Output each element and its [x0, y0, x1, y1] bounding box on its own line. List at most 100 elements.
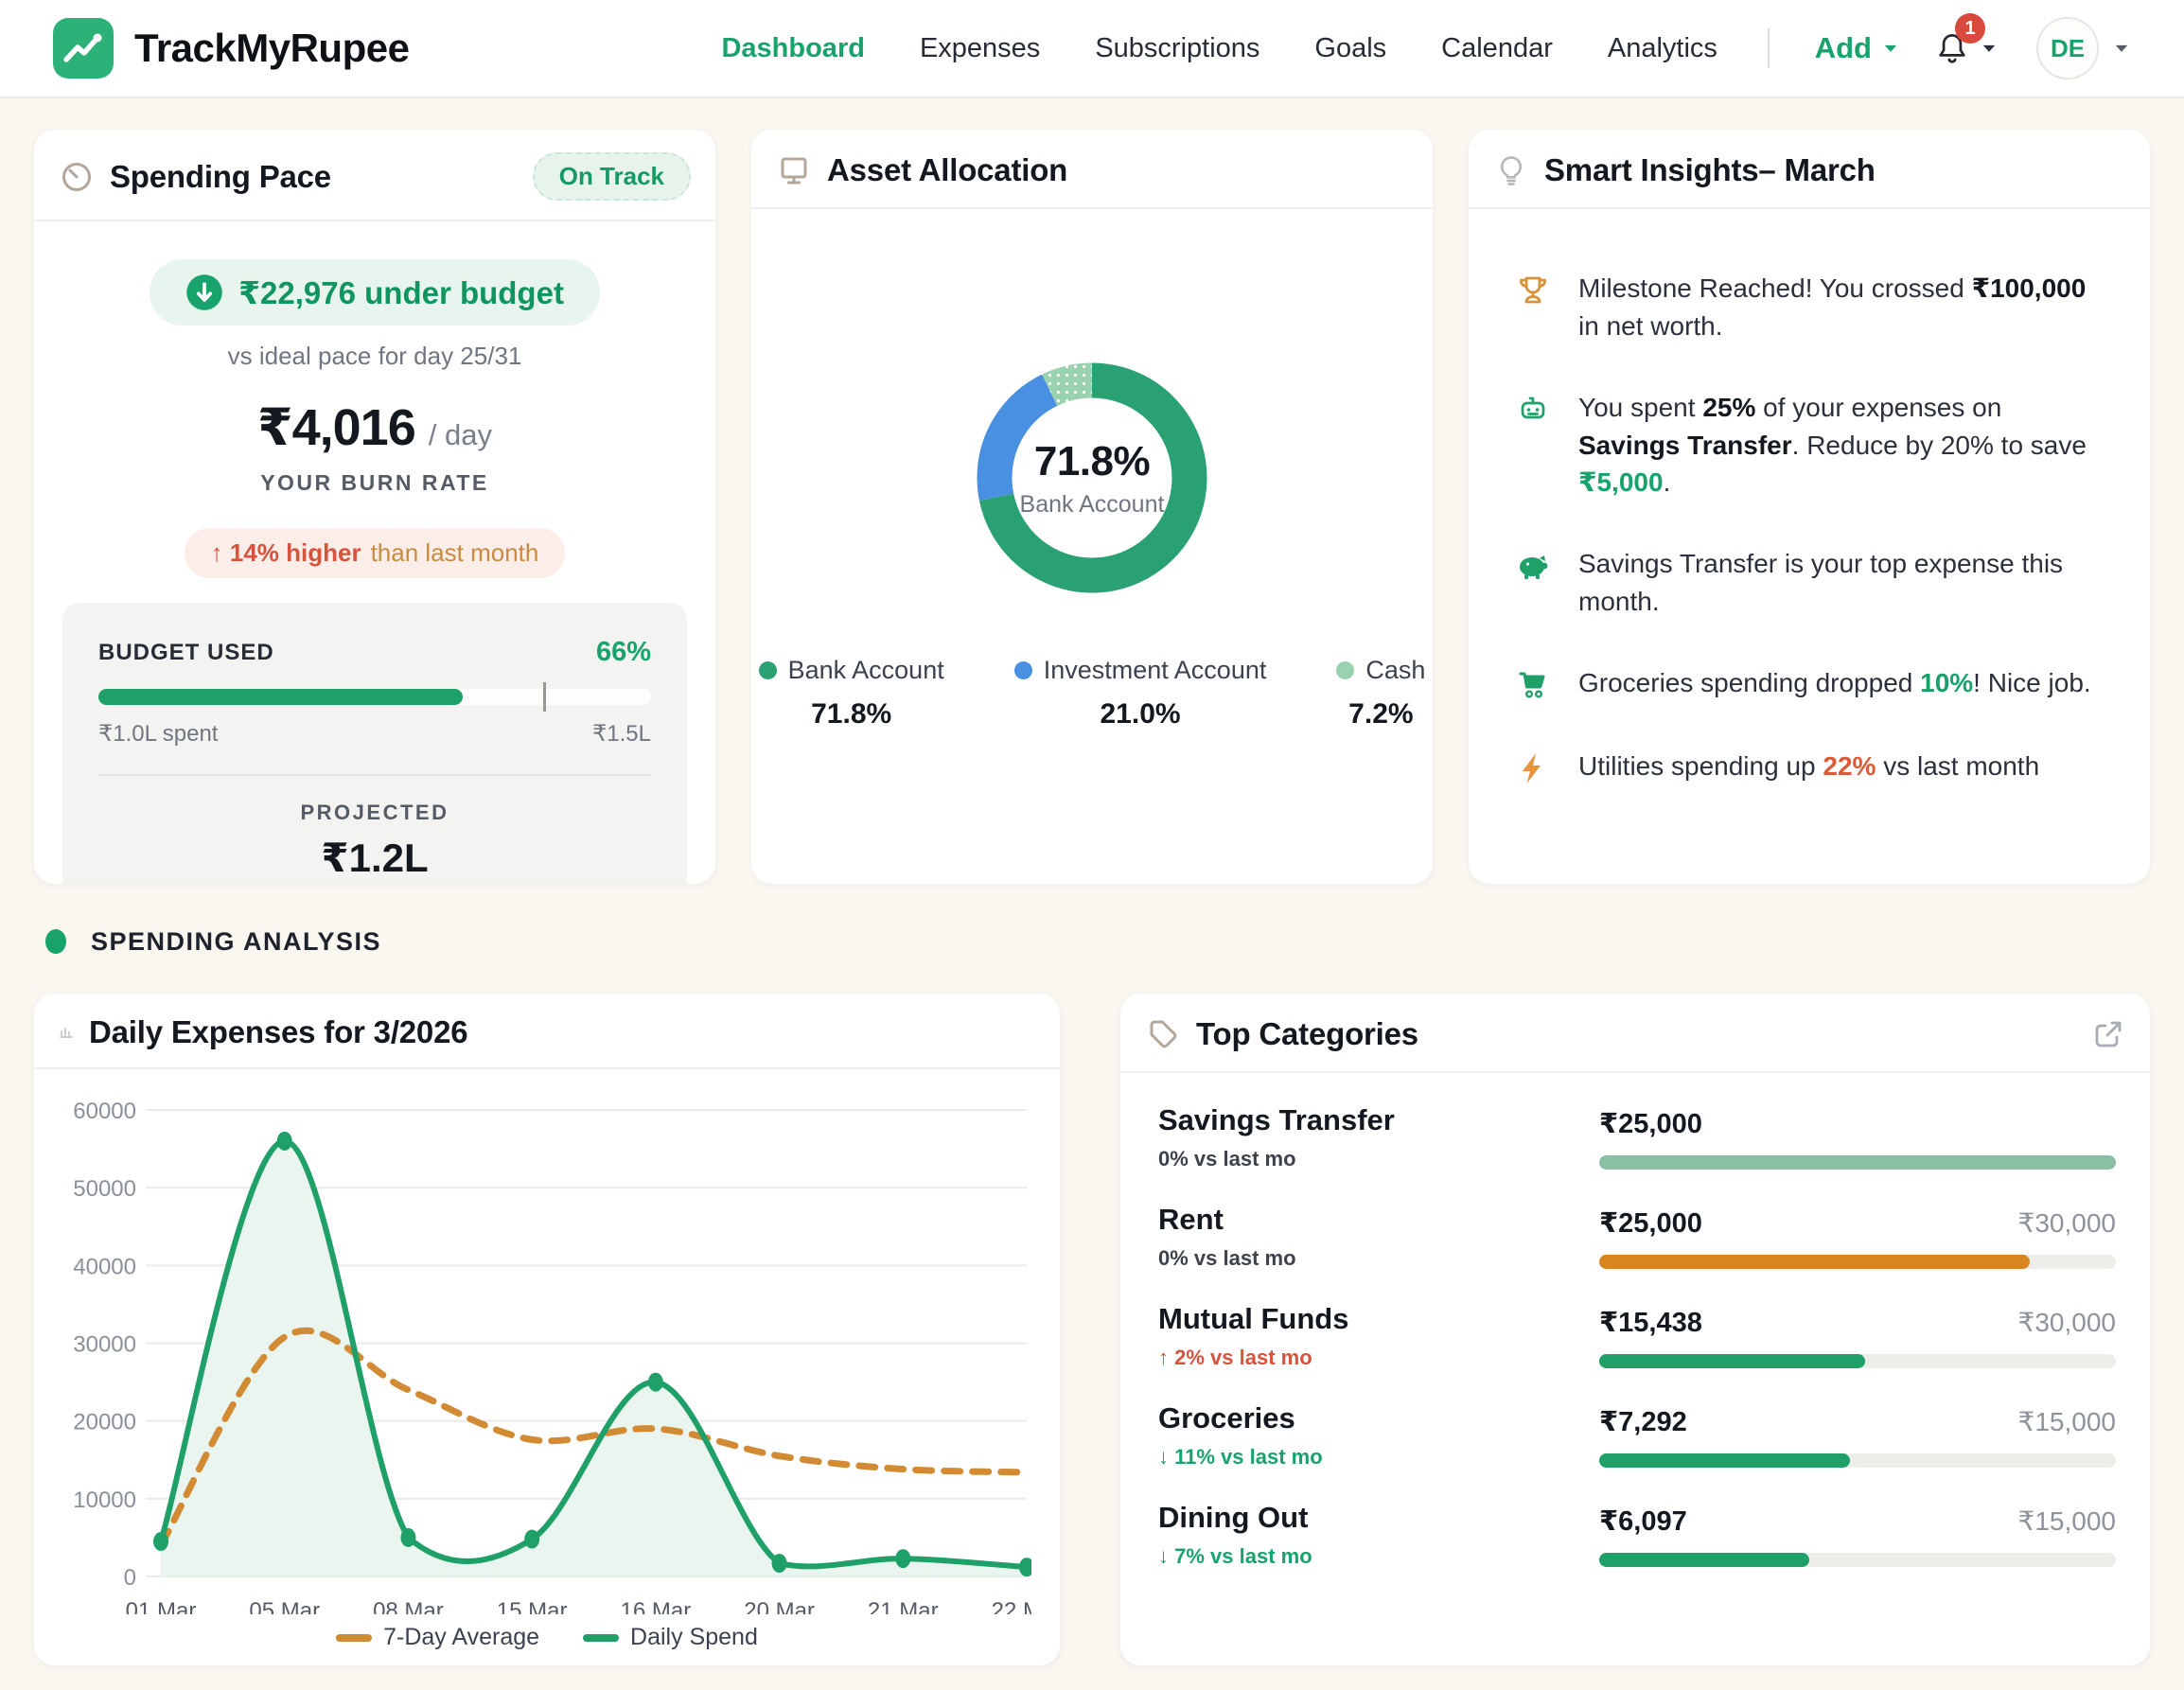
- category-delta: 0% vs last mo: [1158, 1147, 1565, 1171]
- legend-dot-icon: [1336, 661, 1354, 679]
- spending-pace-body: ₹22,976 under budget vs ideal pace for d…: [34, 221, 715, 884]
- chevron-down-icon: [2112, 39, 2131, 58]
- category-name: Dining Out: [1158, 1501, 1565, 1535]
- insight-text: Groceries spending dropped 10%! Nice job…: [1578, 664, 2091, 702]
- smart-insights-card: Smart Insights– March Milestone Reached!…: [1469, 130, 2150, 884]
- nav-item-dashboard[interactable]: Dashboard: [721, 33, 864, 64]
- budget-progress-bar: [98, 689, 651, 705]
- budget-used-panel: BUDGET USED 66% ₹1.0L spent ₹1.5L PROJEC…: [62, 603, 687, 884]
- category-row: Mutual Funds↑ 2% vs last mo₹15,438₹30,00…: [1158, 1302, 2116, 1370]
- budget-used-percent: 66%: [596, 637, 651, 668]
- legend-dot-icon: [1014, 661, 1032, 679]
- projected-label: PROJECTED: [98, 801, 651, 825]
- presentation-screen-icon: [776, 152, 812, 188]
- insight-text: You spent 25% of your expenses on Saving…: [1578, 389, 2108, 502]
- svg-text:20000: 20000: [73, 1410, 136, 1435]
- svg-text:15 Mar: 15 Mar: [497, 1598, 568, 1614]
- svg-text:20 Mar: 20 Mar: [744, 1598, 815, 1614]
- category-row: Savings Transfer 0% vs last mo ₹25,000: [1158, 1103, 2116, 1171]
- legend-item: Cash7.2%: [1336, 656, 1425, 731]
- legend-series-label: 7-Day Average: [383, 1624, 539, 1651]
- under-budget-pill: ₹22,976 under budget: [150, 259, 600, 326]
- tag-icon: [1145, 1016, 1181, 1052]
- insight-item: Milestone Reached! You crossed ₹100,000 …: [1514, 270, 2108, 345]
- category-name: Mutual Funds: [1158, 1302, 1565, 1336]
- bolt-icon: [1514, 749, 1552, 787]
- category-name: Savings Transfer: [1158, 1103, 1565, 1137]
- category-progress-bar: [1599, 1255, 2116, 1269]
- category-spent: ₹25,000: [1599, 1206, 1702, 1240]
- insight-item: Groceries spending dropped 10%! Nice job…: [1514, 664, 2108, 704]
- nav-item-calendar[interactable]: Calendar: [1441, 33, 1553, 64]
- nav-item-subscriptions[interactable]: Subscriptions: [1095, 33, 1259, 64]
- app-logo-icon: [53, 18, 114, 79]
- add-button[interactable]: Add: [1815, 31, 1900, 65]
- app-title: TrackMyRupee: [134, 26, 409, 71]
- notification-badge: 1: [1955, 13, 1985, 44]
- projected-value: ₹1.2L: [98, 835, 651, 881]
- section-bullet-icon: [45, 929, 66, 954]
- category-name: Groceries: [1158, 1401, 1565, 1435]
- legend-swatch-icon: [336, 1634, 372, 1642]
- lightbulb-icon: [1493, 152, 1529, 188]
- notifications-button[interactable]: 1: [1932, 28, 2004, 68]
- svg-text:40000: 40000: [73, 1254, 136, 1279]
- nav-item-analytics[interactable]: Analytics: [1608, 33, 1717, 64]
- profile-menu-button[interactable]: DE: [2036, 17, 2131, 79]
- category-name: Rent: [1158, 1203, 1565, 1237]
- legend-dot-icon: [759, 661, 777, 679]
- add-button-label: Add: [1815, 31, 1872, 65]
- spending-analysis-section-label: SPENDING ANALYSIS: [45, 927, 2150, 956]
- category-progress-bar: [1599, 1155, 2116, 1170]
- nav-item-expenses[interactable]: Expenses: [920, 33, 1040, 64]
- category-progress-fill: [1599, 1453, 1850, 1468]
- donut-legend: Bank Account71.8%Investment Account21.0%…: [759, 656, 1426, 731]
- cart-icon: [1514, 666, 1552, 704]
- category-cap: ₹30,000: [2018, 1307, 2116, 1338]
- category-progress-bar: [1599, 1354, 2116, 1368]
- svg-text:0: 0: [124, 1565, 136, 1591]
- legend-label: Cash: [1365, 656, 1425, 685]
- category-delta: ↓ 7% vs last mo: [1158, 1544, 1565, 1569]
- category-spent: ₹25,000: [1599, 1107, 1702, 1140]
- stats-row: Spending Pace On Track ₹22,976 under bud…: [34, 130, 2150, 884]
- under-budget-text: ₹22,976 under budget: [238, 274, 564, 311]
- daily-expenses-header: Daily Expenses for 3/2026: [34, 994, 1060, 1069]
- svg-text:01 Mar: 01 Mar: [126, 1598, 197, 1614]
- budget-spent-label: ₹1.0L spent: [98, 720, 218, 748]
- svg-text:10000: 10000: [73, 1488, 136, 1513]
- svg-text:21 Mar: 21 Mar: [868, 1598, 939, 1614]
- gauge-icon: [59, 159, 95, 195]
- top-categories-title: Top Categories: [1196, 1016, 1418, 1052]
- mini-chart-icon: [59, 1025, 74, 1040]
- asset-allocation-header: Asset Allocation: [751, 130, 1433, 209]
- chevron-down-icon: [1980, 39, 1999, 58]
- spending-pace-title: Spending Pace: [110, 159, 331, 195]
- legend-item: Investment Account21.0%: [1014, 656, 1267, 731]
- burn-rate-unit: / day: [429, 418, 492, 452]
- category-row: Groceries↓ 11% vs last mo₹7,292₹15,000: [1158, 1401, 2116, 1470]
- budget-divider: [98, 774, 651, 776]
- smart-insights-header: Smart Insights– March: [1469, 130, 2150, 209]
- category-delta: 0% vs last mo: [1158, 1246, 1565, 1271]
- brand: TrackMyRupee: [53, 18, 409, 79]
- daily-expenses-body: 010000200003000040000500006000001 Mar05 …: [34, 1069, 1060, 1651]
- external-link-icon[interactable]: [2091, 1017, 2125, 1051]
- burn-rate-value: ₹4,016: [257, 397, 415, 457]
- on-track-badge: On Track: [533, 152, 691, 201]
- legend-label: Investment Account: [1044, 656, 1267, 685]
- asset-allocation-donut: 71.8% Bank Account: [969, 355, 1215, 601]
- nav-item-goals[interactable]: Goals: [1314, 33, 1386, 64]
- chart-legend-item: Daily Spend: [583, 1624, 758, 1651]
- burn-rate-label: YOUR BURN RATE: [260, 470, 489, 496]
- category-row: Dining Out↓ 7% vs last mo₹6,097₹15,000: [1158, 1501, 2116, 1569]
- svg-text:16 Mar: 16 Mar: [621, 1598, 692, 1614]
- category-spent: ₹7,292: [1599, 1405, 1687, 1438]
- category-cap: ₹30,000: [2018, 1207, 2116, 1239]
- budget-used-label: BUDGET USED: [98, 640, 274, 666]
- insight-text: Savings Transfer is your top expense thi…: [1578, 545, 2108, 621]
- ideal-pace-marker: [543, 682, 546, 712]
- budget-cap-label: ₹1.5L: [592, 720, 651, 748]
- avatar: DE: [2036, 17, 2099, 79]
- svg-text:50000: 50000: [73, 1176, 136, 1202]
